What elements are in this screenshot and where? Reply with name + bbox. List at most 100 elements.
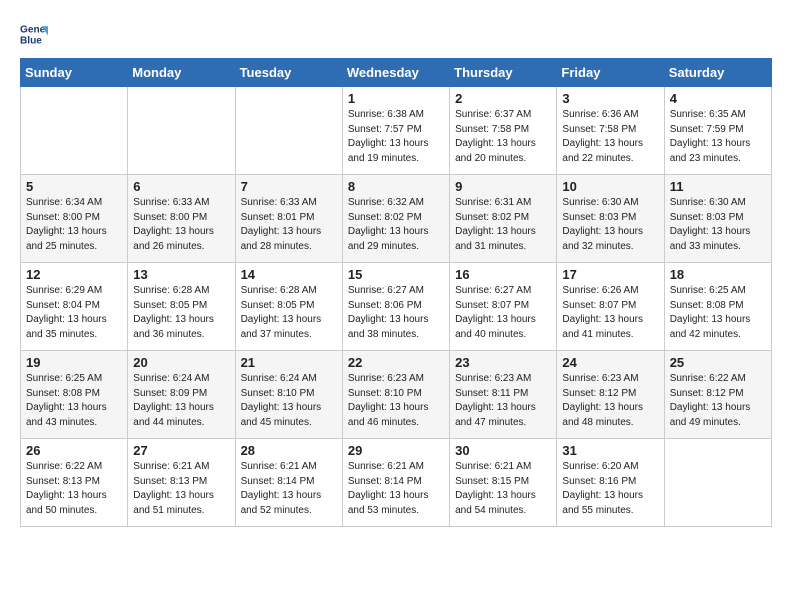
calendar-cell: 21 Sunrise: 6:24 AM Sunset: 8:10 PM Dayli…	[235, 351, 342, 439]
svg-text:Blue: Blue	[20, 35, 42, 46]
day-info: Sunrise: 6:33 AM Sunset: 8:00 PM Dayligh…	[133, 196, 229, 254]
weekday-header: Saturday	[664, 59, 771, 87]
day-info: Sunrise: 6:23 AM Sunset: 8:12 PM Dayligh…	[562, 372, 658, 430]
day-number: 9	[455, 179, 551, 194]
day-number: 10	[562, 179, 658, 194]
day-number: 18	[670, 267, 766, 282]
day-number: 25	[670, 355, 766, 370]
calendar-cell: 30Sunrise: 6:21 AM Sunset: 8:15 PM Dayli…	[450, 439, 557, 527]
day-number: 24	[562, 355, 658, 370]
calendar-cell: 2 Sunrise: 6:37 AM Sunset: 7:58 PM Daylig…	[450, 87, 557, 175]
calendar-week-row: 5Sunrise: 6:34 AM Sunset: 8:00 PM Daylig…	[21, 175, 772, 263]
day-number: 21	[241, 355, 337, 370]
day-info: Sunrise: 6:28 AM Sunset: 8:05 PM Dayligh…	[241, 284, 337, 342]
day-info: Sunrise: 6:20 AM Sunset: 8:16 PM Dayligh…	[562, 460, 658, 518]
calendar-cell: 29Sunrise: 6:21 AM Sunset: 8:14 PM Dayli…	[342, 439, 449, 527]
day-number: 15	[348, 267, 444, 282]
calendar-cell: 1 Sunrise: 6:38 AM Sunset: 7:57 PM Daylig…	[342, 87, 449, 175]
calendar-cell: 19 Sunrise: 6:25 AM Sunset: 8:08 PM Dayli…	[21, 351, 128, 439]
calendar-cell: 18 Sunrise: 6:25 AM Sunset: 8:08 PM Dayli…	[664, 263, 771, 351]
day-number: 8	[348, 179, 444, 194]
calendar-cell: 20Sunrise: 6:24 AM Sunset: 8:09 PM Dayli…	[128, 351, 235, 439]
day-info: Sunrise: 6:24 AM Sunset: 8:10 PM Dayligh…	[241, 372, 337, 430]
day-info: Sunrise: 6:37 AM Sunset: 7:58 PM Dayligh…	[455, 108, 551, 166]
day-info: Sunrise: 6:30 AM Sunset: 8:03 PM Dayligh…	[670, 196, 766, 254]
calendar-cell: 12 Sunrise: 6:29 AM Sunset: 8:04 PM Dayli…	[21, 263, 128, 351]
weekday-header: Friday	[557, 59, 664, 87]
weekday-header: Wednesday	[342, 59, 449, 87]
day-info: Sunrise: 6:30 AM Sunset: 8:03 PM Dayligh…	[562, 196, 658, 254]
day-info: Sunrise: 6:23 AM Sunset: 8:11 PM Dayligh…	[455, 372, 551, 430]
day-info: Sunrise: 6:32 AM Sunset: 8:02 PM Dayligh…	[348, 196, 444, 254]
day-info: Sunrise: 6:21 AM Sunset: 8:14 PM Dayligh…	[241, 460, 337, 518]
calendar-cell: 5Sunrise: 6:34 AM Sunset: 8:00 PM Daylig…	[21, 175, 128, 263]
calendar-cell: 10 Sunrise: 6:30 AM Sunset: 8:03 PM Dayli…	[557, 175, 664, 263]
calendar-cell: 27Sunrise: 6:21 AM Sunset: 8:13 PM Dayli…	[128, 439, 235, 527]
day-number: 23	[455, 355, 551, 370]
calendar-cell: 26 Sunrise: 6:22 AM Sunset: 8:13 PM Dayli…	[21, 439, 128, 527]
page-header: General Blue	[20, 20, 772, 48]
calendar-cell	[664, 439, 771, 527]
calendar-cell: 6 Sunrise: 6:33 AM Sunset: 8:00 PM Daylig…	[128, 175, 235, 263]
day-number: 20	[133, 355, 229, 370]
day-info: Sunrise: 6:26 AM Sunset: 8:07 PM Dayligh…	[562, 284, 658, 342]
day-number: 1	[348, 91, 444, 106]
calendar-cell: 13Sunrise: 6:28 AM Sunset: 8:05 PM Dayli…	[128, 263, 235, 351]
day-info: Sunrise: 6:25 AM Sunset: 8:08 PM Dayligh…	[670, 284, 766, 342]
calendar-week-row: 26 Sunrise: 6:22 AM Sunset: 8:13 PM Dayli…	[21, 439, 772, 527]
calendar-cell	[128, 87, 235, 175]
day-info: Sunrise: 6:38 AM Sunset: 7:57 PM Dayligh…	[348, 108, 444, 166]
day-info: Sunrise: 6:33 AM Sunset: 8:01 PM Dayligh…	[241, 196, 337, 254]
day-number: 2	[455, 91, 551, 106]
calendar-table: SundayMondayTuesdayWednesdayThursdayFrid…	[20, 58, 772, 527]
day-info: Sunrise: 6:22 AM Sunset: 8:13 PM Dayligh…	[26, 460, 122, 518]
day-info: Sunrise: 6:36 AM Sunset: 7:58 PM Dayligh…	[562, 108, 658, 166]
day-info: Sunrise: 6:35 AM Sunset: 7:59 PM Dayligh…	[670, 108, 766, 166]
day-info: Sunrise: 6:27 AM Sunset: 8:06 PM Dayligh…	[348, 284, 444, 342]
calendar-cell: 16Sunrise: 6:27 AM Sunset: 8:07 PM Dayli…	[450, 263, 557, 351]
day-info: Sunrise: 6:25 AM Sunset: 8:08 PM Dayligh…	[26, 372, 122, 430]
day-number: 14	[241, 267, 337, 282]
logo: General Blue	[20, 20, 52, 48]
calendar-week-row: 19 Sunrise: 6:25 AM Sunset: 8:08 PM Dayli…	[21, 351, 772, 439]
day-info: Sunrise: 6:34 AM Sunset: 8:00 PM Dayligh…	[26, 196, 122, 254]
calendar-cell	[235, 87, 342, 175]
day-number: 6	[133, 179, 229, 194]
calendar-cell: 15 Sunrise: 6:27 AM Sunset: 8:06 PM Dayli…	[342, 263, 449, 351]
day-number: 17	[562, 267, 658, 282]
calendar-cell: 24 Sunrise: 6:23 AM Sunset: 8:12 PM Dayli…	[557, 351, 664, 439]
calendar-cell: 9Sunrise: 6:31 AM Sunset: 8:02 PM Daylig…	[450, 175, 557, 263]
day-number: 19	[26, 355, 122, 370]
day-info: Sunrise: 6:29 AM Sunset: 8:04 PM Dayligh…	[26, 284, 122, 342]
day-number: 28	[241, 443, 337, 458]
day-number: 3	[562, 91, 658, 106]
calendar-cell: 4 Sunrise: 6:35 AM Sunset: 7:59 PM Daylig…	[664, 87, 771, 175]
day-number: 12	[26, 267, 122, 282]
calendar-cell: 31 Sunrise: 6:20 AM Sunset: 8:16 PM Dayli…	[557, 439, 664, 527]
day-number: 22	[348, 355, 444, 370]
calendar-week-row: 1 Sunrise: 6:38 AM Sunset: 7:57 PM Daylig…	[21, 87, 772, 175]
calendar-cell: 8 Sunrise: 6:32 AM Sunset: 8:02 PM Daylig…	[342, 175, 449, 263]
calendar-cell: 7 Sunrise: 6:33 AM Sunset: 8:01 PM Daylig…	[235, 175, 342, 263]
day-number: 7	[241, 179, 337, 194]
day-info: Sunrise: 6:21 AM Sunset: 8:13 PM Dayligh…	[133, 460, 229, 518]
day-number: 11	[670, 179, 766, 194]
svg-text:General: General	[20, 24, 48, 35]
day-number: 26	[26, 443, 122, 458]
day-number: 31	[562, 443, 658, 458]
logo-icon: General Blue	[20, 20, 48, 48]
day-info: Sunrise: 6:21 AM Sunset: 8:15 PM Dayligh…	[455, 460, 551, 518]
calendar-cell: 17 Sunrise: 6:26 AM Sunset: 8:07 PM Dayli…	[557, 263, 664, 351]
day-info: Sunrise: 6:22 AM Sunset: 8:12 PM Dayligh…	[670, 372, 766, 430]
day-number: 4	[670, 91, 766, 106]
calendar-cell: 25 Sunrise: 6:22 AM Sunset: 8:12 PM Dayli…	[664, 351, 771, 439]
day-info: Sunrise: 6:23 AM Sunset: 8:10 PM Dayligh…	[348, 372, 444, 430]
day-number: 16	[455, 267, 551, 282]
day-number: 13	[133, 267, 229, 282]
header-row: SundayMondayTuesdayWednesdayThursdayFrid…	[21, 59, 772, 87]
day-info: Sunrise: 6:21 AM Sunset: 8:14 PM Dayligh…	[348, 460, 444, 518]
weekday-header: Tuesday	[235, 59, 342, 87]
calendar-cell: 14 Sunrise: 6:28 AM Sunset: 8:05 PM Dayli…	[235, 263, 342, 351]
calendar-cell: 3 Sunrise: 6:36 AM Sunset: 7:58 PM Daylig…	[557, 87, 664, 175]
calendar-cell: 23 Sunrise: 6:23 AM Sunset: 8:11 PM Dayli…	[450, 351, 557, 439]
